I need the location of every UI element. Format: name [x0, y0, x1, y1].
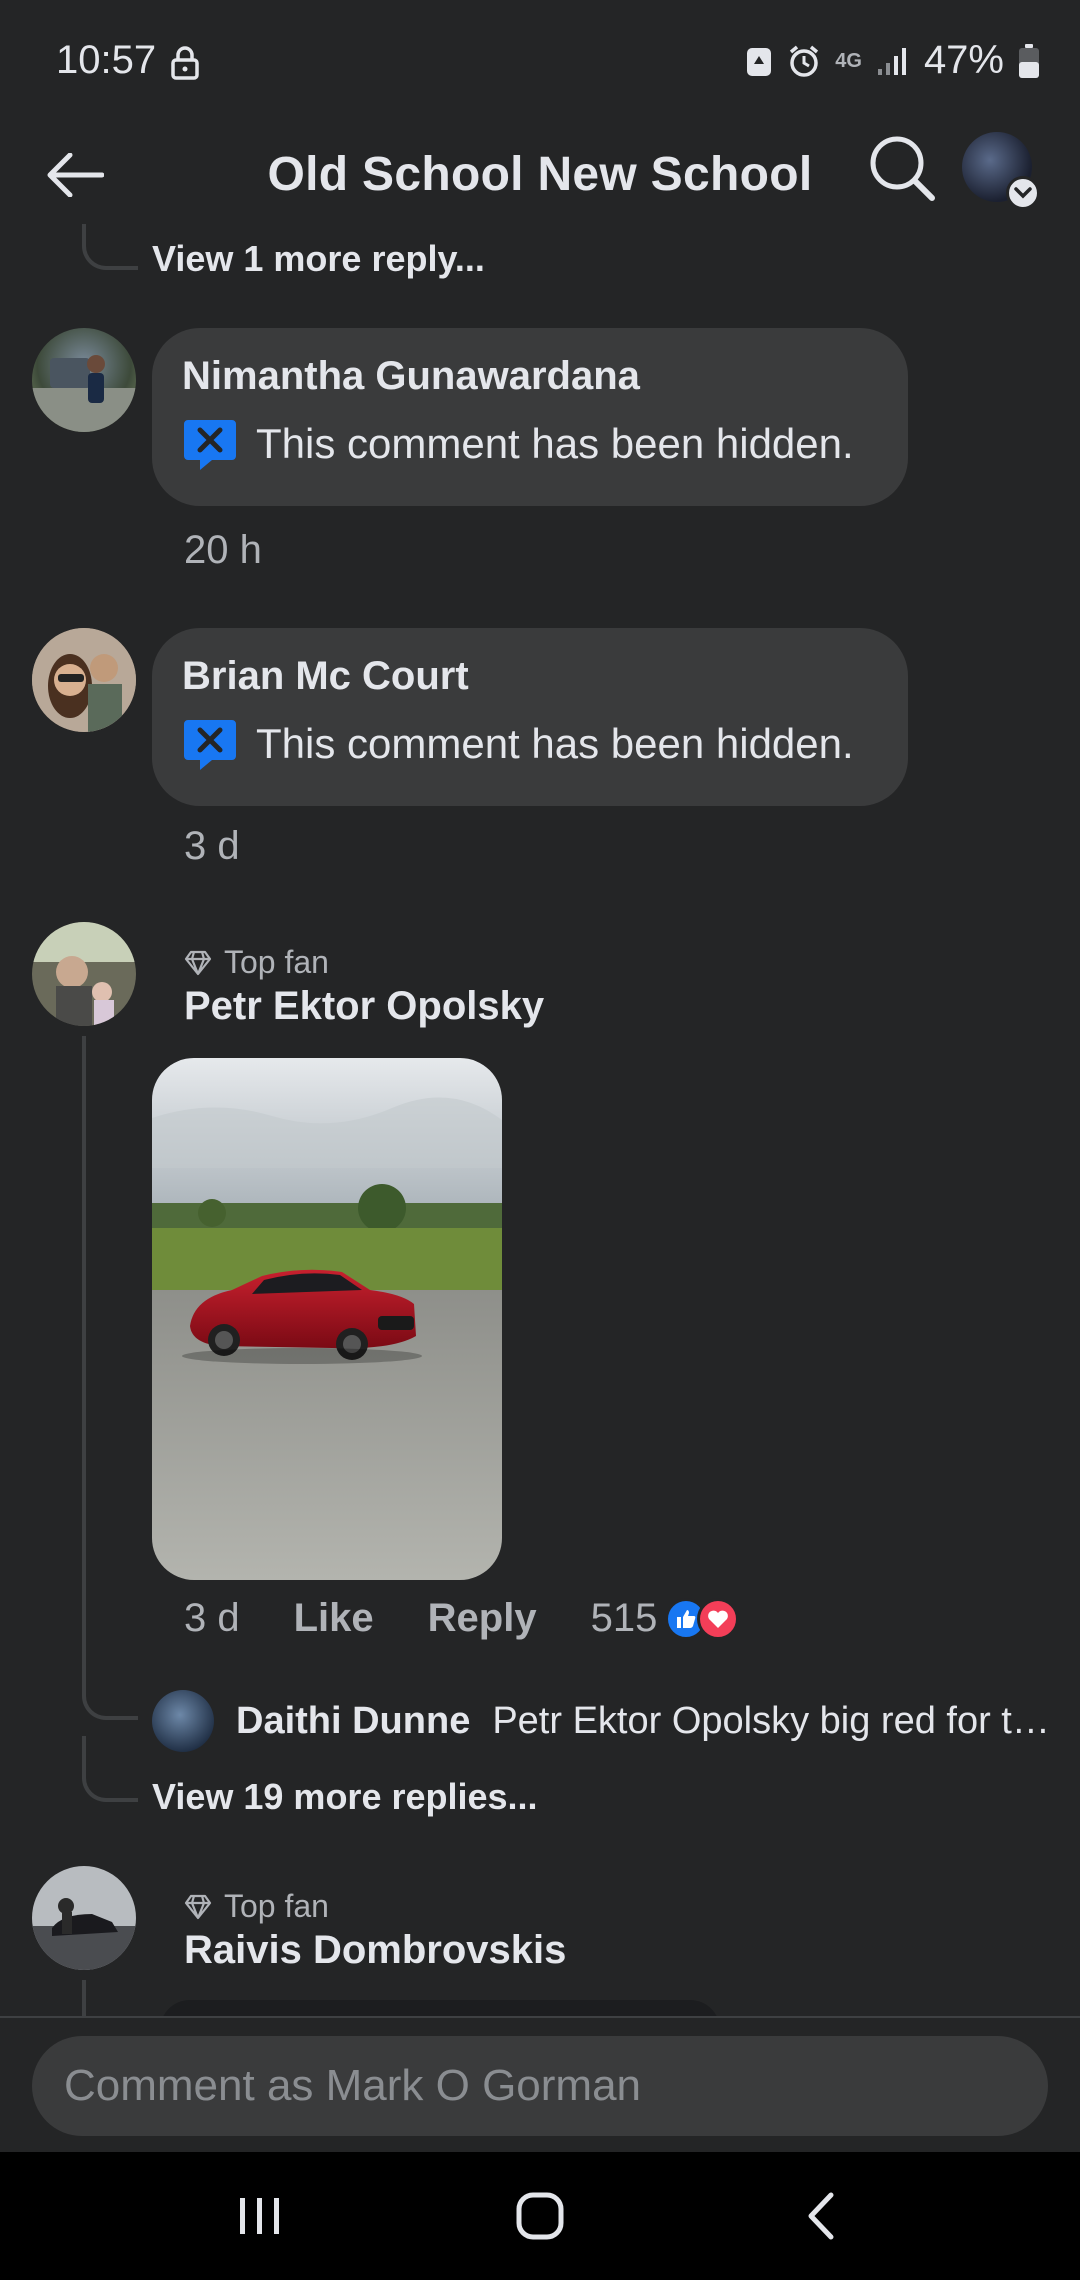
comment-photo[interactable]: [152, 1058, 502, 1580]
thread-connector: [82, 1980, 86, 2016]
network-type-icon: 4G: [835, 49, 862, 72]
reply-button[interactable]: Reply: [428, 1596, 537, 1641]
back-nav-button[interactable]: [760, 2166, 880, 2266]
reply-author[interactable]: Daithi Dunne: [236, 1700, 470, 1743]
battery-icon: [1018, 43, 1040, 79]
comment-bubble[interactable]: Brian Mc Court This comment has been hid…: [152, 628, 908, 806]
home-button[interactable]: [480, 2166, 600, 2266]
lock-icon: [170, 46, 200, 85]
thread-connector: [82, 1736, 138, 1802]
comment-text: This comment has been hidden.: [256, 420, 854, 467]
comment-author[interactable]: Brian Mc Court: [182, 648, 878, 704]
avatar[interactable]: [152, 1690, 214, 1752]
comment-author[interactable]: Raivis Dombrovskis: [184, 1928, 566, 1973]
top-fan-label: Top fan: [224, 944, 329, 980]
avatar[interactable]: [32, 628, 136, 732]
avatar[interactable]: [32, 922, 136, 1026]
comment-author[interactable]: Nimantha Gunawardana: [182, 348, 878, 404]
diamond-icon: [184, 1894, 212, 1919]
avatar[interactable]: [32, 1866, 136, 1970]
status-time: 10:57: [56, 38, 157, 82]
signal-icon: [876, 45, 910, 77]
home-icon: [516, 2192, 564, 2240]
comment-timestamp: 3 d: [184, 824, 240, 868]
search-button[interactable]: [866, 132, 938, 204]
app-header: Old School New School: [0, 120, 1080, 230]
battery-percent: 47%: [923, 38, 1004, 82]
hidden-comment-icon: [184, 420, 236, 470]
recycle-notification-icon: [745, 44, 773, 78]
reply-text: Petr Ektor Opolsky big red for th…: [492, 1699, 1052, 1742]
status-bar: 10:57 4G 47%: [0, 0, 1080, 120]
hidden-comment-icon: [184, 720, 236, 770]
system-nav-bar: [0, 2152, 1080, 2280]
view-more-replies-link[interactable]: View 19 more replies...: [152, 1776, 538, 1818]
alarm-icon: [787, 44, 821, 78]
back-nav-icon: [808, 2192, 834, 2240]
comment-input[interactable]: [64, 2061, 1048, 2111]
chevron-down-icon: [1006, 176, 1040, 210]
comment-composer[interactable]: [32, 2036, 1048, 2136]
comment-actions: 3 d Like Reply 515: [184, 1596, 740, 1641]
status-icons: 4G 47%: [745, 38, 1040, 83]
thread-connector: [82, 1036, 86, 1694]
top-fan-badge: Top fan: [184, 1888, 329, 1925]
love-reaction-icon: [697, 1597, 740, 1640]
top-fan-label: Top fan: [224, 1888, 329, 1924]
recent-apps-icon: [240, 2198, 279, 2234]
reaction-count[interactable]: 515: [591, 1596, 658, 1641]
profile-avatar[interactable]: [962, 132, 1040, 210]
comment-composer-bar: [0, 2016, 1080, 2152]
recent-apps-button[interactable]: [200, 2166, 320, 2266]
comment-timestamp: 20 h: [184, 528, 262, 572]
search-icon: [870, 136, 935, 201]
like-button[interactable]: Like: [294, 1596, 374, 1641]
comment-author[interactable]: Petr Ektor Opolsky: [184, 984, 544, 1029]
thread-connector: [82, 224, 138, 270]
comment-text: This comment has been hidden.: [256, 720, 854, 767]
comment-bubble[interactable]: Nimantha Gunawardana This comment has be…: [152, 328, 908, 506]
top-fan-badge: Top fan: [184, 944, 329, 981]
reply-preview[interactable]: Daithi Dunne Petr Ektor Opolsky big red …: [152, 1690, 1052, 1752]
view-more-replies-link[interactable]: View 1 more reply...: [152, 238, 485, 280]
thread-connector: [82, 1660, 138, 1720]
avatar[interactable]: [32, 328, 136, 432]
diamond-icon: [184, 950, 212, 975]
comment-timestamp: 3 d: [184, 1596, 240, 1640]
